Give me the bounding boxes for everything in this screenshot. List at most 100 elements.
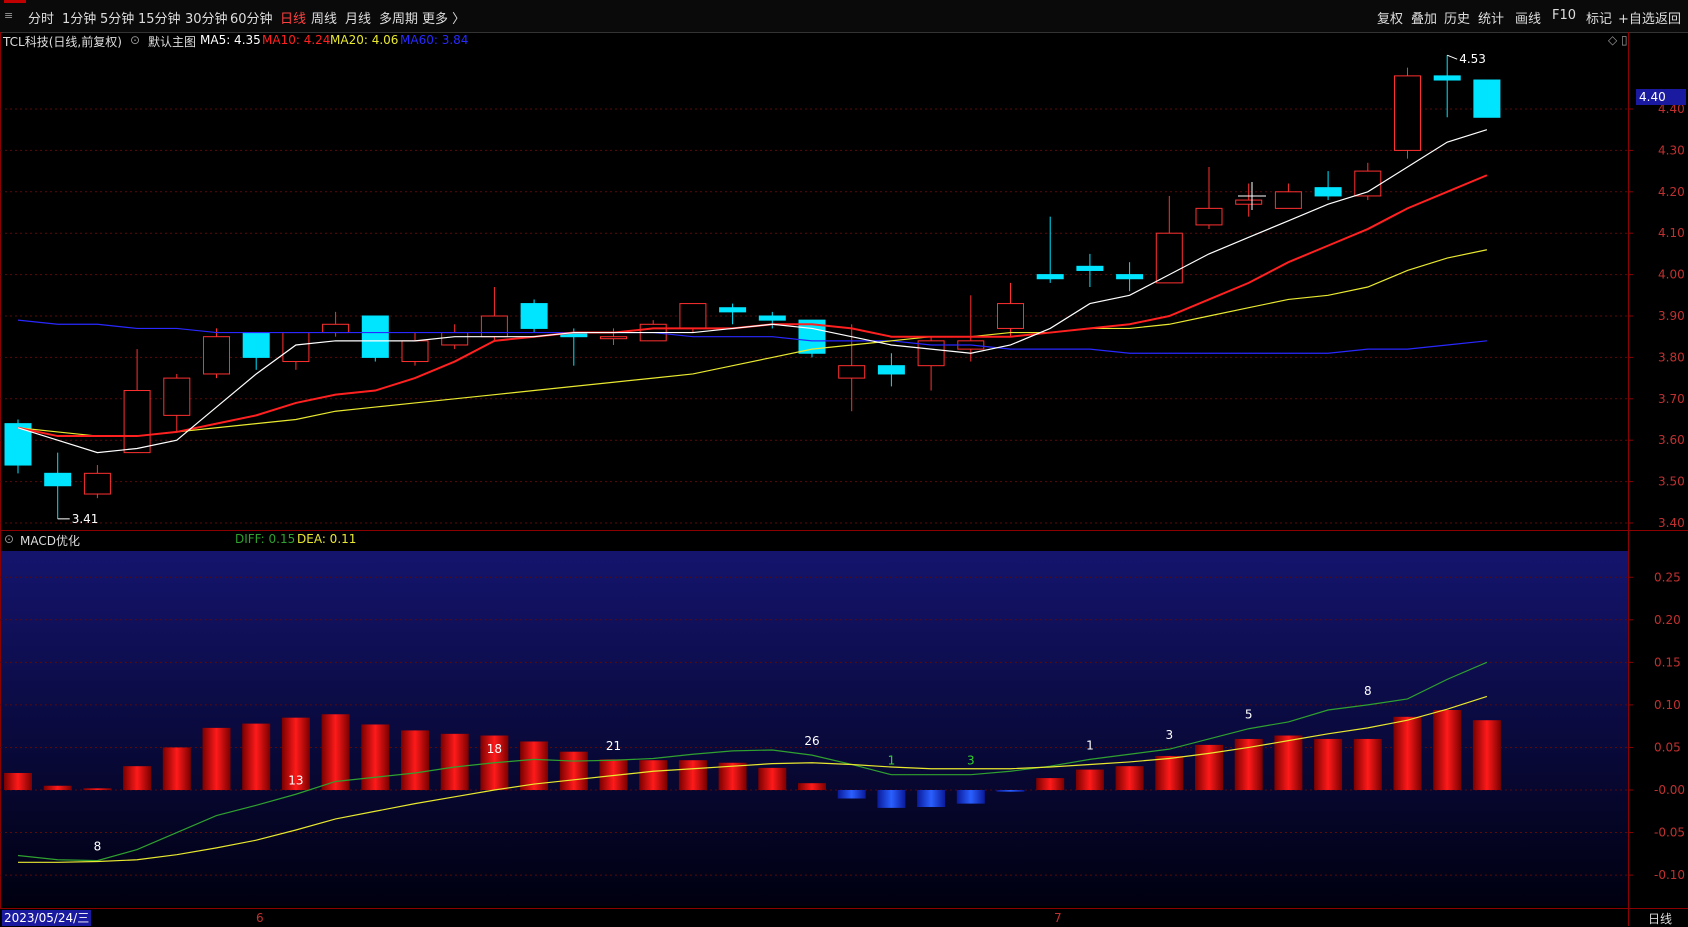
tool-button-8[interactable]: 返回	[1655, 8, 1681, 27]
main-chart-selector[interactable]: 默认主图	[148, 33, 196, 50]
tab-timeframe-0[interactable]: 分时	[28, 8, 54, 27]
macd-bar	[758, 767, 787, 790]
candle-body	[1354, 170, 1382, 197]
macd-count-label: 26	[804, 734, 819, 748]
candle-body	[1116, 274, 1144, 280]
current-price-tag: 4.40	[1636, 89, 1686, 105]
tool-button-3[interactable]: 统计	[1478, 8, 1504, 27]
candle-body	[1235, 199, 1263, 205]
macd-tick-label: -0.00	[1654, 783, 1685, 797]
tab-timeframe-8[interactable]: 月线	[345, 8, 371, 27]
macd-info: ⊙ MACD优化 DIFF: 0.15 DEA: 0.11	[0, 531, 1630, 549]
macd-count-label: 3	[967, 754, 975, 768]
candle-body	[917, 340, 945, 367]
candle-body	[798, 319, 826, 354]
candle-body	[1473, 79, 1501, 118]
macd-bar	[281, 717, 310, 790]
price-tick-label: 3.80	[1658, 350, 1685, 364]
candle-body	[123, 390, 151, 454]
macd-bar	[43, 785, 72, 790]
macd-count-label: 1	[888, 754, 896, 768]
macd-count-label: 1	[1086, 738, 1094, 752]
macd-count-label: 13	[288, 773, 303, 787]
candle-body	[639, 323, 667, 342]
tab-timeframe-5[interactable]: 60分钟	[230, 8, 273, 27]
tab-timeframe-6[interactable]: 日线	[280, 8, 306, 27]
macd-bar	[242, 723, 271, 790]
macd-bar	[440, 733, 469, 790]
macd-bar	[1115, 766, 1144, 790]
candle-body	[719, 307, 747, 313]
macd-bar	[520, 741, 549, 790]
candle-body	[322, 323, 350, 334]
macd-count-label: 8	[94, 840, 102, 854]
tool-button-5[interactable]: F10	[1552, 8, 1576, 23]
candle-body	[1274, 191, 1302, 209]
diff-label: DIFF: 0.15	[235, 532, 296, 546]
tool-button-1[interactable]: 叠加	[1411, 8, 1437, 27]
candle-body	[838, 365, 866, 379]
macd-bar	[123, 766, 152, 790]
tab-timeframe-9[interactable]: 多周期	[379, 8, 418, 27]
macd-bar	[1433, 710, 1462, 790]
indicator-name[interactable]: MACD优化	[20, 532, 80, 549]
high-pointer	[1447, 54, 1458, 60]
candle-body	[203, 336, 230, 375]
candle-body	[600, 336, 627, 340]
macd-bar	[917, 790, 946, 808]
price-tick-label: 3.70	[1658, 392, 1685, 406]
macd-bar	[1155, 755, 1184, 790]
chart-canvas[interactable]: 4.40 4.30 4.20 4.10 4.00 3.90 3.80 3.70 3.60 3.50…	[0, 0, 1688, 926]
ma60-line	[17, 319, 1487, 354]
candle-body	[1155, 232, 1183, 284]
macd-bar	[361, 724, 390, 790]
tool-button-0[interactable]: 复权	[1377, 8, 1403, 27]
tab-timeframe-4[interactable]: 30分钟	[185, 8, 228, 27]
candle-body	[957, 340, 985, 350]
macd-tick-label: -0.05	[1654, 826, 1685, 840]
macd-bar	[83, 788, 112, 790]
month-mark-7: 7	[1054, 911, 1062, 925]
candle-body	[401, 340, 429, 363]
price-tick-label: 4.30	[1658, 143, 1685, 157]
candle-body	[520, 303, 548, 329]
macd-bar	[1353, 738, 1382, 790]
tool-button-7[interactable]: +自选	[1618, 8, 1655, 27]
macd-bar	[956, 790, 985, 804]
tool-button-2[interactable]: 历史	[1444, 8, 1470, 27]
chevron-down-icon[interactable]: ⊙	[130, 33, 140, 47]
macd-count-label: 18	[487, 742, 502, 756]
candle-body	[83, 472, 111, 495]
tab-timeframe-1[interactable]: 1分钟	[62, 8, 96, 27]
ma5-line	[17, 129, 1488, 454]
chevron-down-icon[interactable]: ⊙	[4, 532, 14, 546]
candle-body	[1394, 75, 1421, 151]
price-tick-label: 3.40	[1658, 516, 1685, 530]
candle-body	[997, 303, 1024, 329]
tab-timeframe-7[interactable]: 周线	[311, 8, 337, 27]
price-tick-label: 3.90	[1658, 309, 1685, 323]
macd-bar	[401, 730, 429, 790]
crosshair-date: 2023/05/24/三	[2, 910, 92, 926]
ma60-label: MA60: 3.84	[400, 33, 469, 47]
ma20-label: MA20: 4.06	[330, 33, 399, 47]
macd-bar	[1314, 738, 1343, 790]
macd-tick-label: 0.20	[1654, 613, 1681, 627]
settings-icon[interactable]: ◇ ▯	[1608, 33, 1628, 47]
period-label: 日线	[1648, 912, 1673, 926]
month-mark-6: 6	[256, 911, 264, 925]
tab-timeframe-2[interactable]: 5分钟	[100, 8, 134, 27]
tool-button-4[interactable]: 画线	[1515, 8, 1541, 27]
window-indicator	[4, 0, 26, 3]
tool-button-6[interactable]: 标记	[1586, 8, 1612, 27]
macd-bar	[1036, 778, 1065, 790]
macd-bar	[480, 735, 509, 790]
low-label: 3.41	[72, 512, 99, 526]
macd-bar	[599, 759, 628, 790]
macd-bar	[639, 760, 668, 790]
menu-icon[interactable]: ≡	[4, 9, 13, 22]
candle-body	[242, 332, 270, 358]
stock-title[interactable]: TCL科技(日线,前复权)	[3, 33, 122, 50]
tab-timeframe-3[interactable]: 15分钟	[138, 8, 181, 27]
tab-timeframe-10[interactable]: 更多 〉	[422, 8, 465, 27]
